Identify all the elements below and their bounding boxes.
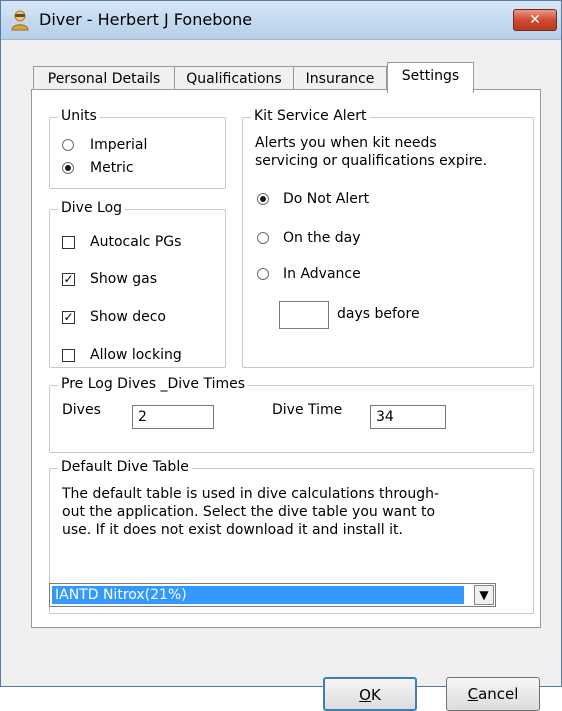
- checkbox-autocalc-pgs-label: Autocalc PGs: [90, 234, 182, 250]
- kit-alert-description-line1: Alerts you when kit needs: [255, 135, 437, 151]
- dive-table-description-line2: out the application. Select the dive tab…: [62, 504, 436, 520]
- dive-time-input[interactable]: 34: [370, 405, 446, 429]
- tab-insurance[interactable]: Insurance: [293, 66, 387, 91]
- cancel-label-rest: ancel: [478, 685, 519, 703]
- days-before-label: days before: [337, 306, 420, 322]
- dialog-client-area: Personal Details Qualifications Insuranc…: [1, 40, 561, 711]
- radio-do-not-alert-label: Do Not Alert: [283, 191, 370, 207]
- tab-settings[interactable]: Settings: [387, 62, 474, 93]
- checkbox-autocalc-pgs[interactable]: [62, 236, 75, 249]
- radio-on-the-day[interactable]: [257, 232, 269, 244]
- dive-table-description-line3: use. If it does not exist download it an…: [62, 522, 403, 538]
- dive-table-dropdown[interactable]: IANTD Nitrox(21%) ▼: [49, 583, 496, 607]
- radio-on-the-day-label: On the day: [283, 230, 361, 246]
- radio-metric[interactable]: [62, 162, 74, 174]
- title-bar[interactable]: Diver - Herbert J Fonebone ✕: [1, 1, 561, 40]
- close-button[interactable]: ✕: [513, 9, 557, 31]
- checkbox-allow-locking[interactable]: [62, 349, 75, 362]
- units-legend: Units: [58, 108, 100, 124]
- window-title: Diver - Herbert J Fonebone: [39, 10, 253, 29]
- dive-table-selected-value: IANTD Nitrox(21%): [52, 586, 464, 604]
- checkbox-show-gas-label: Show gas: [90, 271, 157, 287]
- dive-table-legend: Default Dive Table: [58, 459, 192, 475]
- radio-imperial[interactable]: [62, 139, 74, 151]
- dive-log-group: Dive Log Autocalc PGs ✓ Show gas ✓ Show …: [49, 200, 226, 368]
- cancel-button[interactable]: Cancel: [446, 677, 540, 711]
- dive-log-legend: Dive Log: [58, 200, 126, 216]
- dive-time-label: Dive Time: [272, 402, 343, 418]
- dive-table-description-line1: The default table is used in dive calcul…: [62, 486, 440, 502]
- radio-imperial-label: Imperial: [90, 137, 148, 153]
- checkbox-show-gas[interactable]: ✓: [62, 273, 75, 286]
- ok-mnemonic: O: [359, 686, 371, 704]
- dialog-window: Diver - Herbert J Fonebone ✕ Personal De…: [0, 0, 562, 711]
- units-group: Units Imperial Metric: [49, 108, 226, 189]
- dives-label: Dives: [62, 402, 101, 418]
- close-icon: ✕: [529, 12, 541, 28]
- radio-in-advance-label: In Advance: [283, 266, 361, 282]
- pre-log-legend: Pre Log Dives _Dive Times: [58, 376, 249, 392]
- kit-service-alert-legend: Kit Service Alert: [251, 108, 370, 124]
- cancel-mnemonic: C: [467, 685, 479, 703]
- ok-label-rest: K: [370, 686, 381, 704]
- dives-input[interactable]: 2: [132, 405, 214, 429]
- tab-personal-details[interactable]: Personal Details: [33, 66, 175, 91]
- ok-button[interactable]: OK: [323, 677, 417, 711]
- radio-in-advance[interactable]: [257, 268, 269, 280]
- days-before-input[interactable]: [279, 301, 329, 329]
- radio-do-not-alert[interactable]: [257, 193, 269, 205]
- kit-service-alert-group: Kit Service Alert Alerts you when kit ne…: [242, 108, 534, 368]
- kit-alert-description-line2: servicing or qualifications expire.: [255, 153, 488, 169]
- checkbox-show-deco-label: Show deco: [90, 309, 166, 325]
- chevron-down-icon: ▼: [479, 588, 489, 602]
- checkbox-allow-locking-label: Allow locking: [90, 347, 182, 363]
- dropdown-arrow-button[interactable]: ▼: [474, 585, 494, 605]
- pre-log-dives-group: Pre Log Dives _Dive Times Dives 2 Dive T…: [49, 376, 534, 453]
- diver-person-icon: [11, 10, 29, 31]
- radio-metric-label: Metric: [90, 160, 134, 176]
- tab-qualifications[interactable]: Qualifications: [174, 66, 294, 91]
- checkbox-show-deco[interactable]: ✓: [62, 311, 75, 324]
